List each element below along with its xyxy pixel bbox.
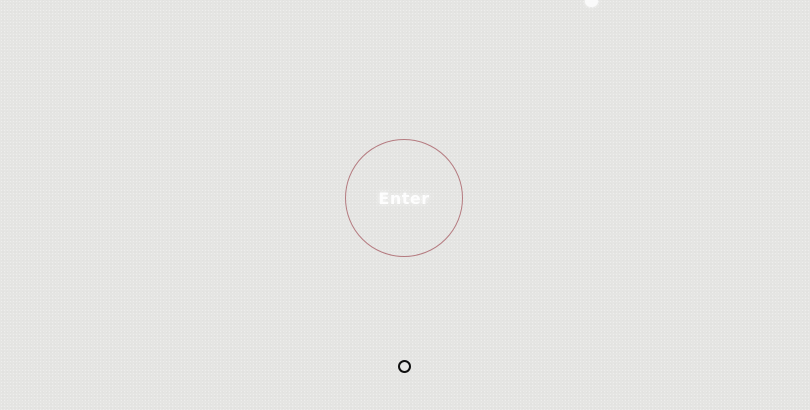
landing-stage: Enter xyxy=(0,0,810,410)
light-dot-icon xyxy=(585,0,598,7)
enter-button[interactable]: Enter xyxy=(345,139,463,257)
enter-button-label: Enter xyxy=(378,188,430,208)
ring-cursor-icon xyxy=(398,360,411,373)
